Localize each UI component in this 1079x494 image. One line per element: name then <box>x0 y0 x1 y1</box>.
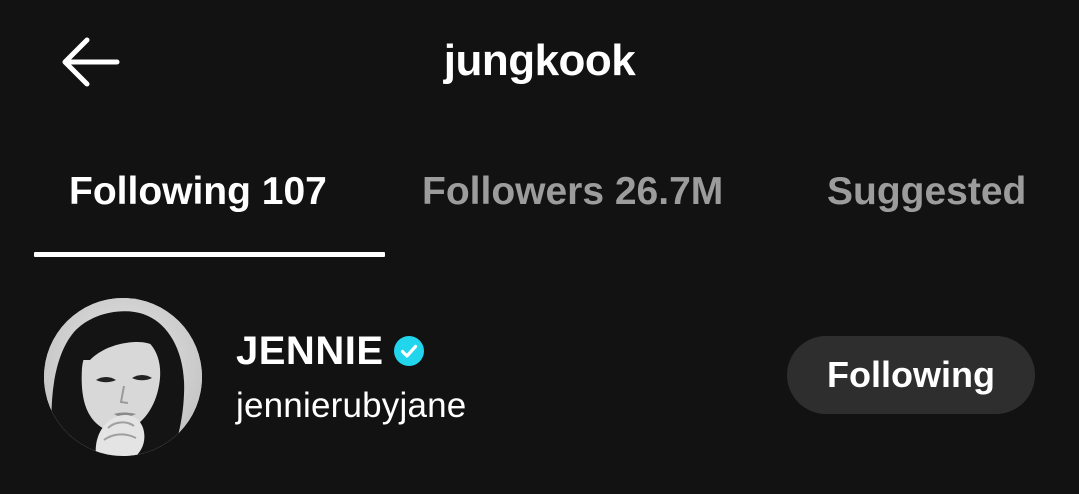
following-list-screen: jungkook Following 107 Followers 26.7M S… <box>0 0 1079 494</box>
tab-bar: Following 107 Followers 26.7M Suggested <box>0 150 1079 260</box>
display-name: JENNIE <box>236 328 384 373</box>
tab-following[interactable]: Following 107 <box>69 170 327 230</box>
active-tab-indicator <box>34 252 385 257</box>
tab-suggested[interactable]: Suggested <box>827 170 1026 230</box>
following-button[interactable]: Following <box>787 336 1035 414</box>
list-item[interactable]: JENNIE jennierubyjane Following <box>0 290 1079 470</box>
username: jennierubyjane <box>236 386 467 425</box>
tab-followers[interactable]: Followers 26.7M <box>422 170 723 230</box>
top-bar: jungkook <box>0 0 1079 126</box>
verified-badge-icon <box>393 336 424 366</box>
avatar[interactable] <box>44 298 202 456</box>
profile-photo <box>44 298 202 456</box>
display-name-row: JENNIE <box>236 326 424 376</box>
page-title: jungkook <box>443 36 636 85</box>
